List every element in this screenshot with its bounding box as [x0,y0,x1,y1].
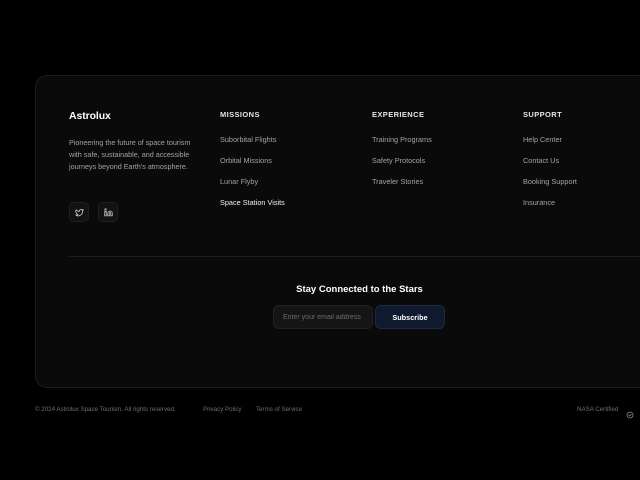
link-booking-support[interactable]: Booking Support [523,177,577,186]
brand-description: Pioneering the future of space tourism w… [69,138,191,171]
link-traveler-stories[interactable]: Traveler Stories [372,177,423,186]
terms-of-service-link[interactable]: Terms of Service [256,406,302,413]
twitter-icon [74,208,84,217]
linkedin-icon [103,207,113,217]
twitter-button[interactable] [69,202,89,222]
support-heading: SUPPORT [523,110,563,119]
subscribe-button[interactable]: Subscribe [375,305,445,329]
email-input[interactable] [273,305,373,329]
link-insurance[interactable]: Insurance [523,198,555,207]
footer-card [35,75,640,388]
shield-check-icon [626,406,634,419]
link-training-programs[interactable]: Training Programs [372,135,432,144]
link-safety-protocols[interactable]: Safety Protocols [372,156,425,165]
nasa-certified-text: NASA Certified [577,406,619,413]
linkedin-button[interactable] [98,202,118,222]
link-contact-us[interactable]: Contact Us [523,156,559,165]
link-help-center[interactable]: Help Center [523,135,562,144]
newsletter-title: Stay Connected to the Stars [296,284,423,295]
brand-name: Astrolux [69,110,111,122]
link-lunar-flyby[interactable]: Lunar Flyby [220,177,258,186]
link-space-station-visits[interactable]: Space Station Visits [220,198,285,207]
missions-heading: MISSIONS [220,110,260,119]
copyright-text: © 2024 Astrolux Space Tourism. All right… [35,406,176,413]
footer-divider [69,256,640,257]
experience-heading: EXPERIENCE [372,110,425,119]
link-suborbital-flights[interactable]: Suborbital Flights [220,135,276,144]
privacy-policy-link[interactable]: Privacy Policy [203,406,242,413]
page: Astrolux Pioneering the future of space … [0,0,640,480]
link-orbital-missions[interactable]: Orbital Missions [220,156,272,165]
